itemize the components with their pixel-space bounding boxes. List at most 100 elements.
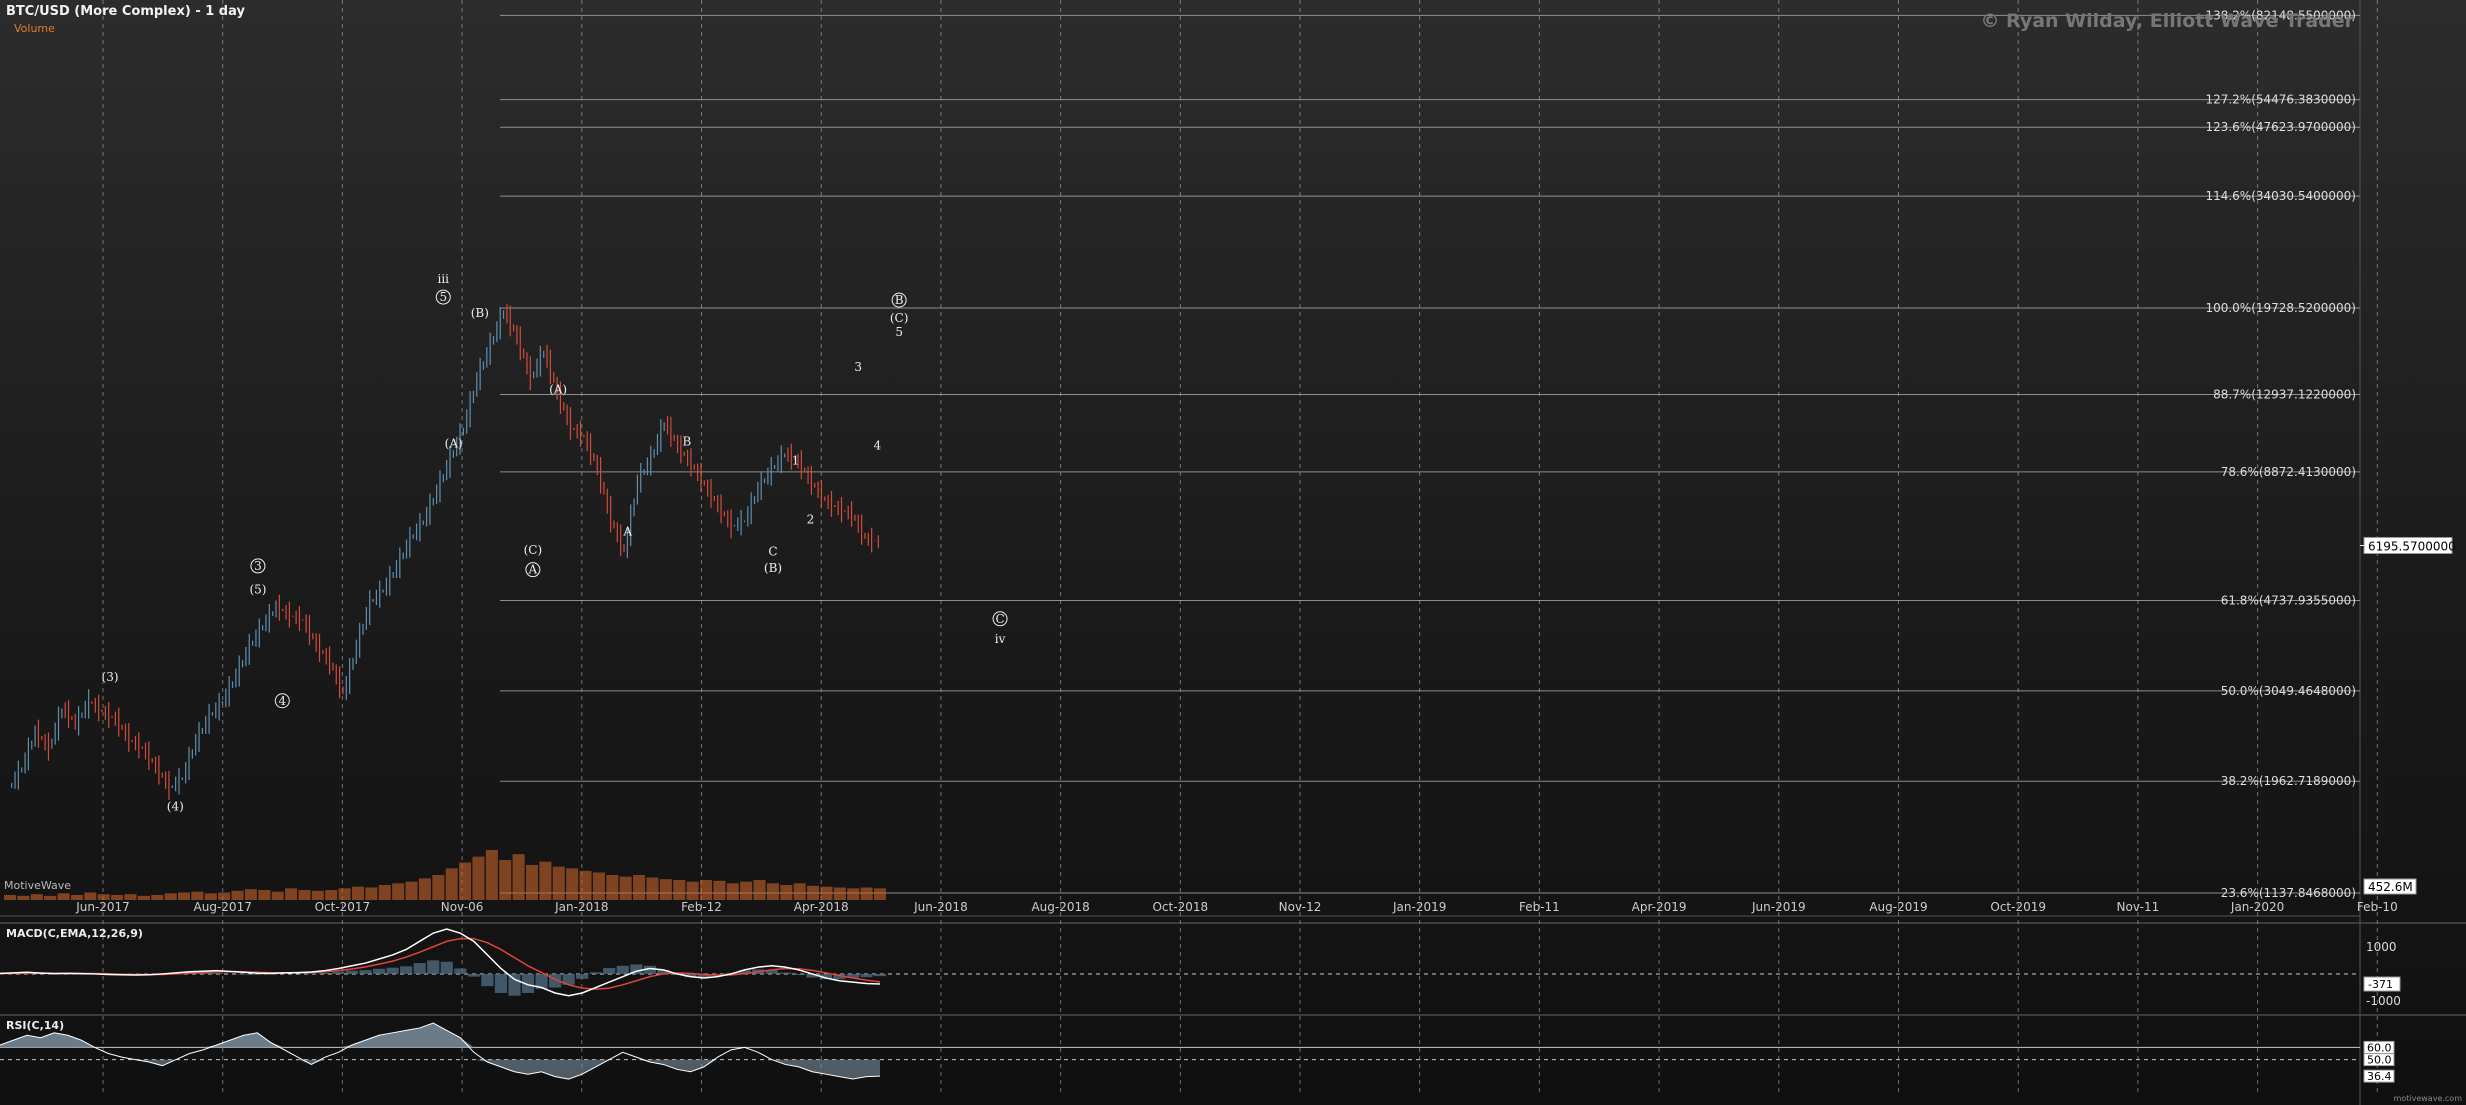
volume-bar (204, 893, 217, 900)
fib-level-label: 61.8%(4737.9355000) (2221, 594, 2356, 608)
chart-window: 138.2%(82148.5500000) 127.2%(54476.383000… (0, 0, 2466, 1105)
wave-label: 1 (792, 453, 800, 467)
macd-histogram-bar (318, 972, 332, 974)
x-tick-label: Feb-11 (1519, 900, 1560, 914)
x-tick-label: Aug-2017 (194, 900, 252, 914)
fib-level-label: 123.6%(47623.9700000) (2205, 120, 2356, 134)
macd-panel: 1000 -1000 -371 (0, 928, 2401, 1008)
macd-tick-label: -1000 (2366, 994, 2401, 1008)
macd-histogram-bar (440, 961, 453, 974)
volume-bar (499, 860, 512, 900)
wave-label: (C) (890, 311, 909, 325)
macd-tick-label: 1000 (2366, 940, 2397, 954)
wave-label: 5 (895, 325, 903, 339)
x-tick-label: Jan-2020 (2230, 900, 2284, 914)
x-tick-label: Aug-2018 (1031, 900, 1089, 914)
volume-bar (780, 885, 793, 900)
volume-bar (432, 875, 445, 900)
volume-bar (258, 890, 271, 900)
volume-bar (726, 883, 739, 900)
macd-histogram-bar (508, 973, 521, 996)
wave-label: 4 (874, 438, 882, 452)
volume-bar (231, 890, 244, 900)
volume-bar (418, 878, 431, 900)
macd-histogram-bar (237, 973, 250, 975)
rsi-tick-label: 50.0 (2367, 1054, 2392, 1067)
x-tick-label: Feb-10 (2357, 900, 2398, 914)
volume-bar (512, 854, 525, 900)
x-tick-label: Jun-2019 (1751, 900, 1806, 914)
volume-bar (713, 880, 726, 900)
volume-bar (3, 895, 17, 900)
volume-bar (392, 883, 405, 900)
volume-bar (351, 886, 365, 900)
volume-bar (285, 888, 298, 900)
volume-bar (552, 866, 565, 900)
macd-histogram-bar (345, 970, 359, 974)
macd-histogram-bar (413, 963, 426, 974)
volume-bar (592, 872, 605, 900)
wave-label: A (622, 525, 632, 539)
macd-histogram-bar (251, 973, 264, 975)
macd-histogram-bar (332, 971, 345, 974)
volume-bar (151, 895, 164, 900)
x-tick-label: Nov-12 (1279, 900, 1322, 914)
macd-indicator-label: MACD(C,EMA,12,26,9) (6, 927, 143, 940)
wave-label: (C) (524, 543, 543, 557)
volume-bar (459, 862, 472, 900)
volume-value-label: 452.6M (2368, 880, 2413, 894)
wave-label: iv (995, 632, 1006, 646)
watermark: © Ryan Wilday, Elliott Wave Trader (1980, 10, 2354, 32)
x-tick-label: Jun-2018 (913, 900, 968, 914)
macd-histogram-bar (860, 973, 873, 978)
macd-histogram-bar (873, 973, 887, 977)
volume-bar (405, 881, 418, 900)
volume-bar (84, 892, 97, 900)
macd-histogram-bar (210, 972, 223, 974)
wave-label: 3 (854, 360, 862, 374)
x-tick-label: Oct-2019 (1990, 900, 2046, 914)
macd-histogram-bar (779, 972, 792, 974)
volume-bar (766, 883, 779, 900)
chart-title: BTC/USD (More Complex) - 1 day (6, 4, 245, 19)
fib-level-label: 114.6%(34030.5400000) (2205, 189, 2356, 203)
volume-bar (619, 876, 632, 900)
macd-current-label: -371 (2368, 978, 2393, 991)
macd-histogram-bar (359, 970, 372, 974)
macd-histogram-bar (576, 973, 589, 979)
volume-bar (311, 890, 324, 900)
volume-bar (378, 885, 391, 900)
macd-histogram-bar (481, 973, 494, 987)
x-tick-label: Apr-2018 (794, 900, 849, 914)
volume-bar (218, 892, 231, 900)
volume-bar (673, 880, 686, 900)
wave-label: B (895, 293, 904, 307)
chart-canvas[interactable]: 138.2%(82148.5500000)127.2%(54476.383000… (0, 0, 2466, 1105)
x-tick-label: Jun-2017 (75, 900, 130, 914)
x-tick-label: Nov-11 (2117, 900, 2160, 914)
macd-signal-line (0, 937, 881, 990)
volume-bar (30, 894, 43, 900)
wave-label: (4) (167, 800, 184, 814)
macd-histogram-bar (589, 972, 602, 974)
macd-histogram-bar (454, 968, 467, 974)
wave-label: 3 (254, 559, 262, 573)
wave-label: (5) (249, 583, 266, 597)
volume-bar (271, 891, 284, 900)
volume-bar (847, 888, 860, 900)
volume-bar (525, 865, 539, 900)
wave-label: (A) (549, 382, 567, 396)
volume-bar (793, 883, 806, 900)
volume-bar (606, 875, 619, 900)
software-credit: motivewave.com (2393, 1094, 2462, 1103)
wave-label: (A) (445, 436, 463, 450)
x-tick-label: Nov-06 (441, 900, 484, 914)
rsi-tick-label: 60.0 (2367, 1041, 2392, 1054)
volume-bars (3, 850, 887, 900)
fib-level-label: 23.6%(1137.8468000) (2221, 886, 2356, 900)
volume-bar (338, 888, 351, 900)
volume-bar (659, 879, 672, 900)
wave-label: B (682, 434, 691, 448)
volume-bar (164, 893, 177, 900)
volume-bar (485, 850, 498, 900)
